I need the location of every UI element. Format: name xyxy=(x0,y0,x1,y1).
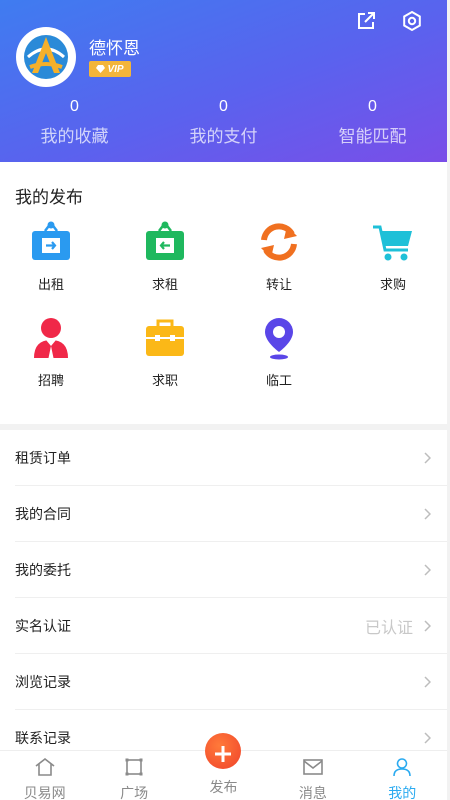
menu-item-label: 我的委托 xyxy=(15,561,71,578)
publish-item-label: 转让 xyxy=(265,277,292,292)
tab-label: 发布 xyxy=(209,779,238,795)
user-icon xyxy=(393,758,412,777)
stat-count: 0 xyxy=(70,98,79,115)
username: 德怀恩 xyxy=(89,39,140,58)
publish-item-label: 临工 xyxy=(265,373,292,388)
section-title: 我的发布 xyxy=(15,188,83,207)
menu-list: 租赁订单 我的合同 我的委托 实名认证 已认证 浏览记录 联系记录 xyxy=(0,430,447,750)
chevron-right-icon xyxy=(424,563,431,576)
avatar-logo-icon xyxy=(24,35,68,79)
publish-button[interactable] xyxy=(205,733,242,769)
briefcase-icon xyxy=(146,319,184,356)
tab-home[interactable]: 贝易网 xyxy=(0,751,89,800)
stat-label: 智能匹配 xyxy=(338,127,407,146)
stat-smart-match[interactable]: 0 智能匹配 xyxy=(298,98,447,147)
square-icon xyxy=(125,758,143,776)
menu-item-entrustments[interactable]: 我的委托 xyxy=(15,542,447,598)
bottom-tab-bar: 贝易网 广场 发布 消息 我的 xyxy=(0,733,447,800)
tab-messages[interactable]: 消息 xyxy=(268,751,357,800)
menu-item-label: 实名认证 xyxy=(15,617,71,634)
menu-item-label: 我的合同 xyxy=(15,505,71,522)
mail-icon xyxy=(303,759,323,775)
stat-label: 我的收藏 xyxy=(40,127,109,146)
cart-icon xyxy=(373,225,412,261)
stat-count: 0 xyxy=(368,98,377,115)
publish-item-rent-out[interactable]: 出租 xyxy=(1,220,101,293)
tab-label: 消息 xyxy=(298,785,327,800)
diamond-icon xyxy=(96,65,106,73)
verification-status: 已认证 xyxy=(364,619,413,637)
tab-label: 我的 xyxy=(388,785,417,800)
chevron-right-icon xyxy=(424,675,431,688)
publish-item-job-seek[interactable]: 求职 xyxy=(115,316,215,389)
publish-item-buy[interactable]: 求购 xyxy=(343,220,443,293)
stat-favorites[interactable]: 0 我的收藏 xyxy=(0,98,149,147)
home-icon xyxy=(35,757,55,776)
chevron-right-icon xyxy=(424,451,431,464)
transfer-icon xyxy=(261,223,297,261)
publish-item-transfer[interactable]: 转让 xyxy=(229,220,329,293)
menu-item-contracts[interactable]: 我的合同 xyxy=(15,486,447,542)
vip-badge: VIP xyxy=(89,61,131,77)
plus-icon xyxy=(215,746,232,762)
rent-seek-icon xyxy=(146,221,184,260)
rent-out-icon xyxy=(32,221,70,260)
tab-mine[interactable]: 我的 xyxy=(358,751,447,800)
menu-item-browse-history[interactable]: 浏览记录 xyxy=(15,654,447,710)
share-icon[interactable] xyxy=(355,10,377,32)
chevron-right-icon xyxy=(424,731,431,744)
recruit-icon xyxy=(34,318,68,358)
publish-item-label: 出租 xyxy=(37,277,64,292)
profile-header: 德怀恩 VIP 0 我的收藏 0 我的支付 0 智能匹配 xyxy=(0,0,447,162)
my-publish-section: 我的发布 出租 求租 转让 求购 招聘 求职 临工 xyxy=(0,162,447,424)
menu-item-verification[interactable]: 实名认证 已认证 xyxy=(15,598,447,654)
publish-item-rent-seek[interactable]: 求租 xyxy=(115,220,215,293)
stats-row: 0 我的收藏 0 我的支付 0 智能匹配 xyxy=(0,98,447,147)
menu-item-label: 租赁订单 xyxy=(15,449,71,466)
publish-item-label: 求职 xyxy=(151,373,178,388)
tab-square[interactable]: 广场 xyxy=(89,751,178,800)
publish-item-label: 求租 xyxy=(151,277,178,292)
avatar[interactable] xyxy=(16,27,76,87)
publish-item-recruit[interactable]: 招聘 xyxy=(1,316,101,389)
publish-item-temp-work[interactable]: 临工 xyxy=(229,316,329,389)
menu-item-label: 联系记录 xyxy=(15,729,71,746)
stat-label: 我的支付 xyxy=(189,127,258,146)
stat-payments[interactable]: 0 我的支付 xyxy=(149,98,298,147)
menu-item-label: 浏览记录 xyxy=(15,673,71,690)
tab-publish[interactable]: 发布 xyxy=(179,733,268,800)
publish-item-label: 求购 xyxy=(379,277,406,292)
stat-count: 0 xyxy=(219,98,228,115)
location-icon xyxy=(265,318,293,360)
tab-label: 广场 xyxy=(120,785,149,800)
menu-item-rental-orders[interactable]: 租赁订单 xyxy=(15,430,447,486)
chevron-right-icon xyxy=(424,507,431,520)
chevron-right-icon xyxy=(424,619,431,632)
tab-label: 贝易网 xyxy=(23,785,66,800)
publish-item-label: 招聘 xyxy=(37,373,64,388)
settings-icon[interactable] xyxy=(401,10,423,32)
